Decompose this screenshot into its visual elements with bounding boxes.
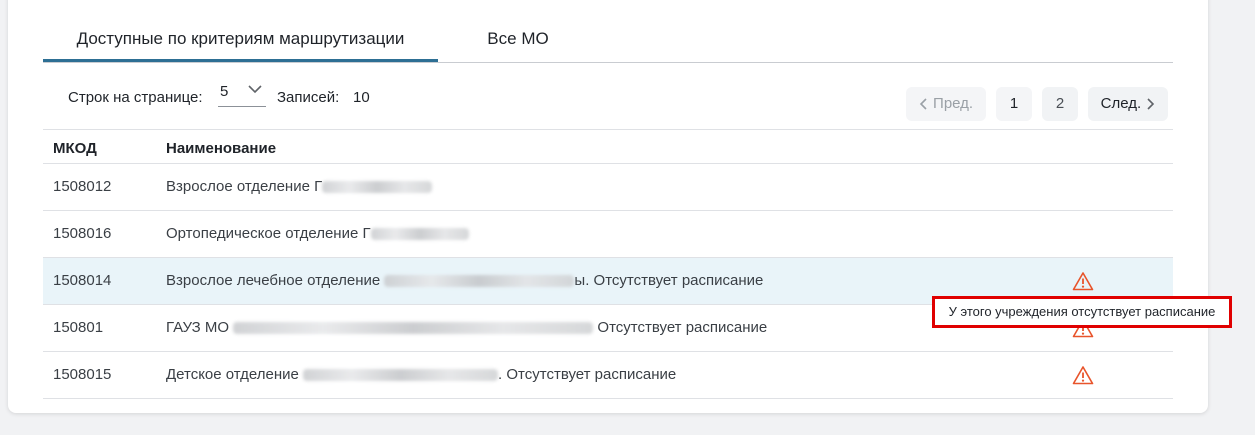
rows-per-page-value: 5 [220, 83, 229, 100]
cell-mkod: 1508016 [53, 225, 112, 242]
cell-name: Ортопедическое отделение Г [166, 225, 469, 242]
prev-page-label: Пред. [933, 95, 974, 112]
table-row[interactable]: 1508015 Детское отделение . Отсутствует … [43, 352, 1173, 399]
tabs-bar: Доступные по критериям маршрутизации Все… [43, 27, 1173, 63]
cell-mkod: 1508015 [53, 366, 112, 383]
table-row[interactable]: 1508016 Ортопедическое отделение Г [43, 211, 1173, 258]
column-header-name: Наименование [166, 140, 277, 157]
cell-name: ГАУЗ МО Отсутствует расписание [166, 319, 768, 336]
warning-triangle-icon[interactable] [1072, 271, 1094, 291]
page-1-button[interactable]: 1 [996, 87, 1032, 121]
cell-mkod: 1508012 [53, 178, 112, 195]
rows-per-page-select[interactable]: 5 [218, 80, 266, 107]
chevron-left-icon [919, 98, 927, 110]
cell-name: Взрослое лечебное отделение ы. Отсутству… [166, 272, 764, 289]
chevron-down-icon [248, 85, 262, 94]
records-count: 10 [353, 89, 370, 106]
table-header: МКОД Наименование [43, 129, 1173, 164]
rows-per-page-label: Строк на странице: [68, 89, 203, 106]
records-label: Записей: [277, 89, 340, 106]
table-row[interactable]: 1508012 Взрослое отделение Г [43, 164, 1173, 211]
next-page-button[interactable]: След. [1088, 87, 1168, 121]
cell-mkod: 150801 [53, 319, 104, 336]
next-page-label: След. [1100, 95, 1142, 112]
no-schedule-tooltip: У этого учреждения отсутствует расписани… [932, 296, 1232, 328]
tab-all-mo[interactable]: Все МО [468, 27, 568, 61]
column-header-mkod: МКОД [53, 140, 97, 157]
prev-page-button[interactable]: Пред. [906, 87, 986, 121]
cell-mkod: 1508014 [53, 272, 112, 289]
cell-name: Детское отделение . Отсутствует расписан… [166, 366, 677, 383]
tab-routing-criteria[interactable]: Доступные по критериям маршрутизации [43, 27, 438, 62]
page-2-button[interactable]: 2 [1042, 87, 1078, 121]
chevron-right-icon [1147, 98, 1155, 110]
mo-table: МКОД Наименование 1508012 Взрослое отдел… [43, 129, 1173, 399]
warning-triangle-icon[interactable] [1072, 365, 1094, 385]
cell-name: Взрослое отделение Г [166, 178, 433, 195]
